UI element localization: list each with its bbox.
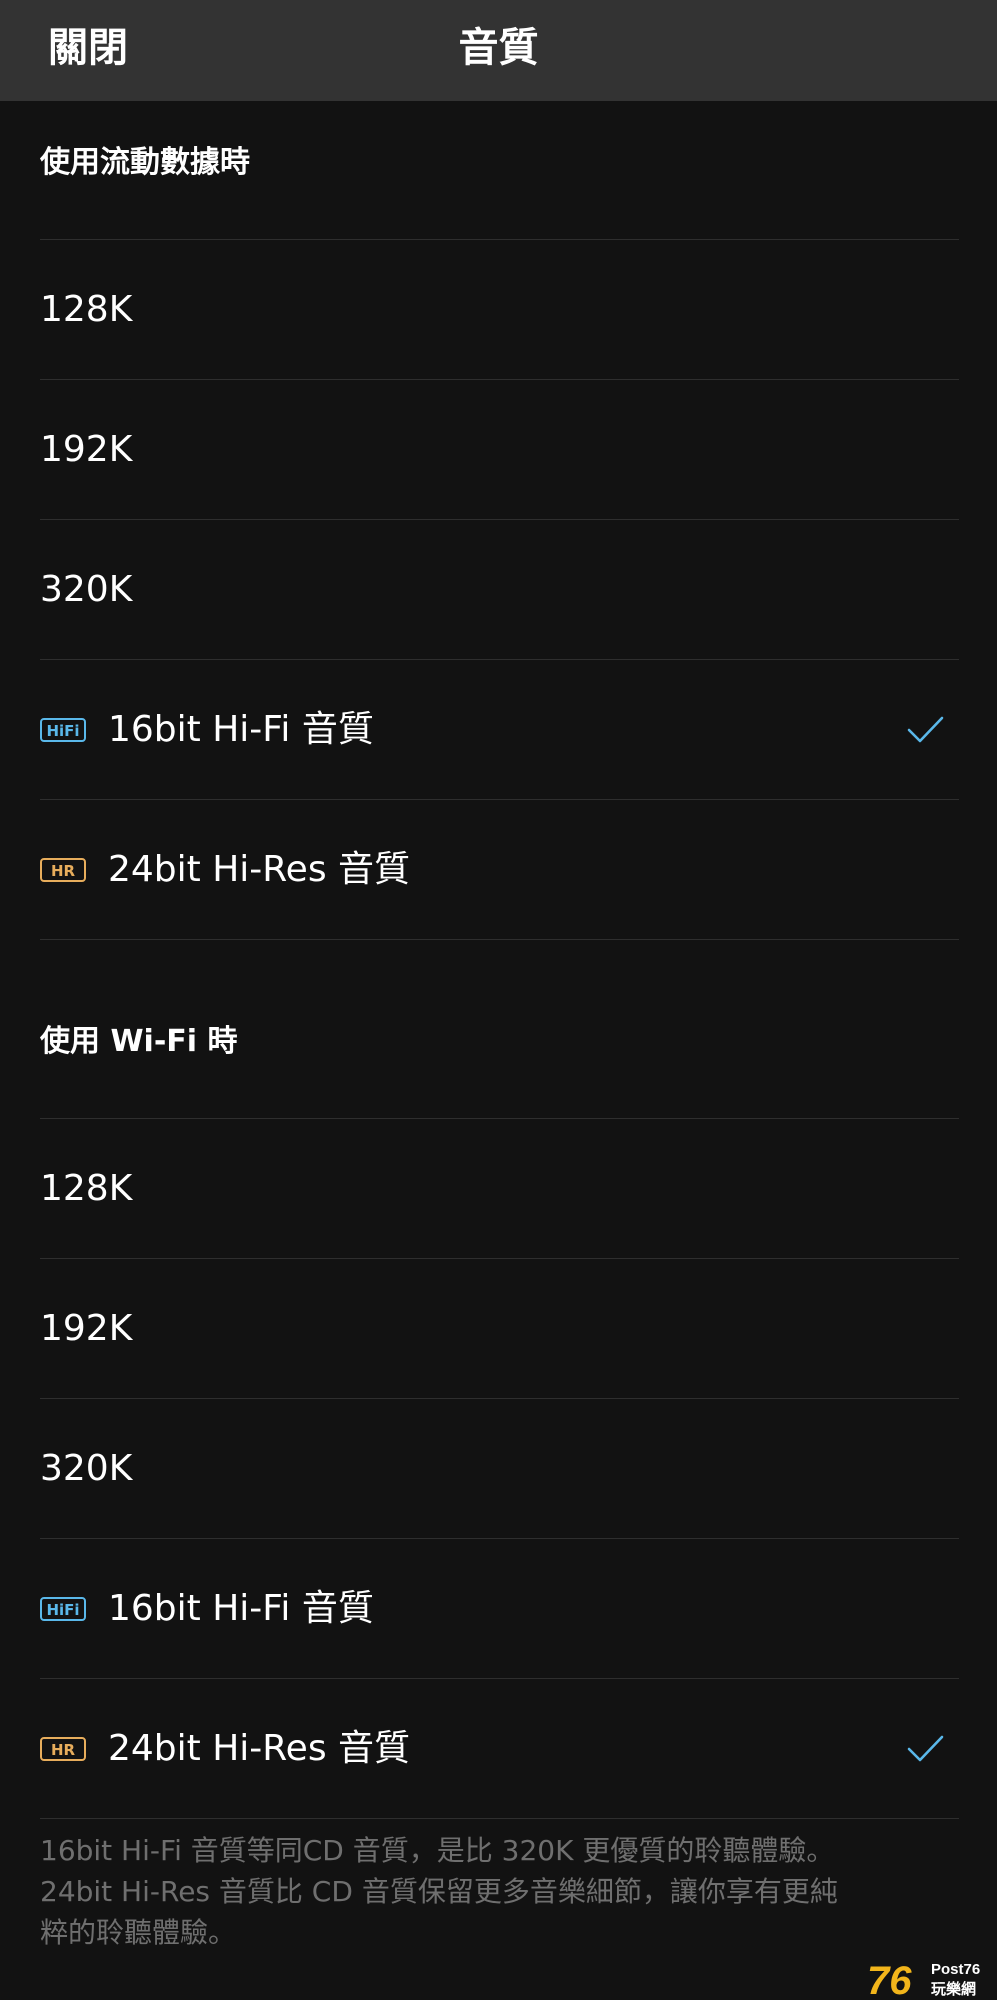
hifi-badge-icon: HiFi [40, 1596, 86, 1621]
option-label: 320K [40, 568, 133, 610]
option-label: 128K [40, 1167, 133, 1209]
wifi-option-128k[interactable]: 128K [40, 1119, 959, 1259]
option-label: 192K [40, 1307, 133, 1349]
hifi-badge-icon: HiFi [40, 717, 86, 742]
mobile-option-24bit-hires[interactable]: HR 24bit Hi-Res 音質 [40, 800, 959, 940]
page-title: 音質 [458, 25, 539, 71]
mobile-option-16bit-hifi[interactable]: HiFi 16bit Hi-Fi 音質 [40, 660, 959, 800]
mobile-option-320k[interactable]: 320K [40, 520, 959, 660]
option-label: 24bit Hi-Res 音質 [108, 1727, 411, 1769]
section-title-mobile-data: 使用流動數據時 [40, 101, 959, 240]
watermark-subtitle: 玩樂網 [931, 1980, 976, 1998]
option-label: 24bit Hi-Res 音質 [108, 848, 411, 890]
hr-badge-icon: HR [40, 1736, 86, 1761]
footnote-line: 24bit Hi-Res 音質比 CD 音質保留更多音樂細節，讓你享有更純 [40, 1875, 838, 1908]
quality-footnote: 16bit Hi-Fi 音質等同CD 音質，是比 320K 更優質的聆聽體驗。 … [40, 1830, 959, 1953]
wifi-option-320k[interactable]: 320K [40, 1399, 959, 1539]
mobile-option-192k[interactable]: 192K [40, 380, 959, 520]
footnote-line: 粹的聆聽體驗。 [40, 1916, 237, 1949]
check-icon [907, 1735, 944, 1761]
option-label: 16bit Hi-Fi 音質 [108, 1587, 374, 1629]
section-title-wifi: 使用 Wi-Fi 時 [40, 980, 959, 1119]
check-icon [907, 716, 944, 742]
wifi-option-16bit-hifi[interactable]: HiFi 16bit Hi-Fi 音質 [40, 1539, 959, 1679]
watermark-brand: Post76 [931, 1961, 980, 1978]
footnote-line: 16bit Hi-Fi 音質等同CD 音質，是比 320K 更優質的聆聽體驗。 [40, 1834, 835, 1867]
watermark-number: 76 [867, 1959, 912, 1998]
wifi-option-192k[interactable]: 192K [40, 1259, 959, 1399]
wifi-section: 使用 Wi-Fi 時 128K 192K 320K HiFi 16bit Hi-… [40, 980, 959, 1819]
option-label: 128K [40, 288, 133, 330]
option-label: 192K [40, 428, 133, 470]
hr-badge-icon: HR [40, 857, 86, 882]
wifi-option-24bit-hires[interactable]: HR 24bit Hi-Res 音質 [40, 1679, 959, 1819]
post76-watermark-logo: 76 Post76 玩樂網 [867, 1959, 980, 1998]
mobile-data-section: 使用流動數據時 128K 192K 320K HiFi 16bit Hi-Fi … [40, 101, 959, 940]
mobile-option-128k[interactable]: 128K [40, 240, 959, 380]
option-label: 16bit Hi-Fi 音質 [108, 708, 374, 750]
top-bar: 關閉 音質 [0, 0, 997, 101]
option-label: 320K [40, 1447, 133, 1489]
